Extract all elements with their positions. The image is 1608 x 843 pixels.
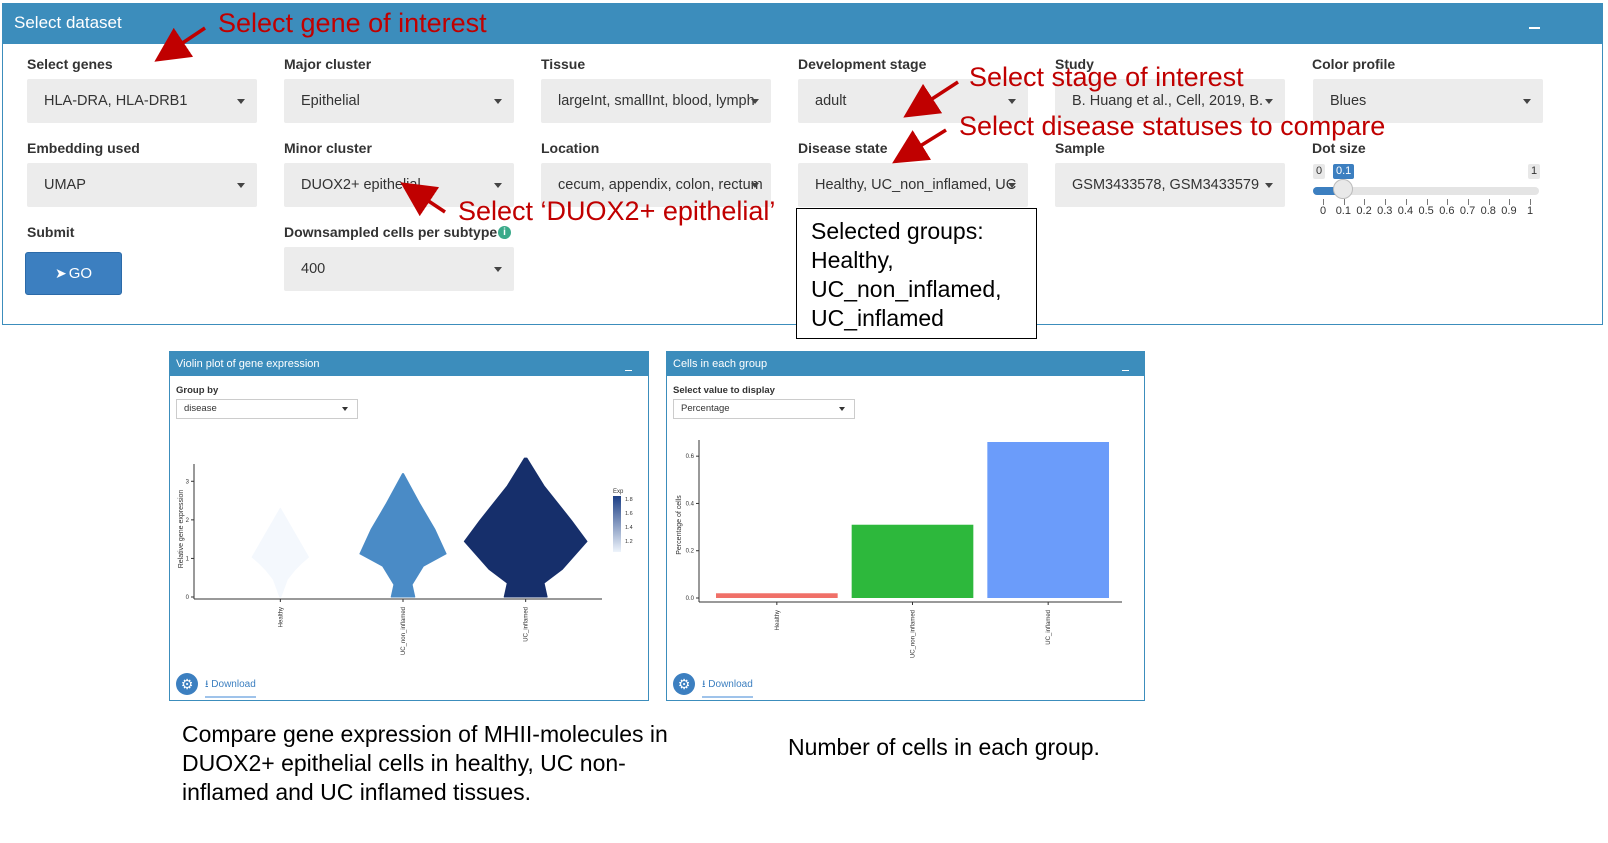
cells-panel-header: Cells in each group: [667, 352, 1144, 376]
bar: [716, 593, 838, 598]
gear-icon[interactable]: ⚙: [176, 673, 198, 695]
arrow-stage: [903, 80, 959, 118]
bar: [987, 442, 1109, 598]
gear-icon[interactable]: ⚙: [673, 673, 695, 695]
y-tick-label: 0.4: [686, 501, 695, 507]
arrow-disease: [892, 128, 947, 164]
download-label: Download: [708, 679, 753, 690]
annotation-stage: Select stage of interest: [969, 62, 1244, 92]
violin-panel-header: Violin plot of gene expression: [170, 352, 648, 376]
y-tick-label: 0.2: [686, 549, 695, 555]
download-label: Download: [211, 679, 256, 690]
x-tick-label: Healthy: [278, 607, 284, 627]
download-link[interactable]: ⭳ Download: [702, 677, 753, 698]
violin-shape: [359, 473, 447, 598]
y-tick-label: 2: [186, 518, 190, 524]
legend-tick-label: 1.2: [625, 539, 633, 545]
legend-colorbar: [613, 496, 621, 552]
selected-groups-line: Healthy,: [811, 247, 894, 273]
group-by-label: Group by: [176, 385, 219, 396]
selected-groups-line: Selected groups:: [811, 218, 984, 244]
arrow-gene: [154, 26, 206, 62]
y-tick-label: 3: [186, 479, 190, 485]
caption-line: inflamed and UC inflamed tissues.: [182, 779, 531, 805]
x-tick-label: UC_inflamed: [524, 607, 530, 642]
annotation-gene: Select gene of interest: [218, 8, 487, 38]
violin-panel-title: Violin plot of gene expression: [176, 358, 320, 370]
group-by-dropdown[interactable]: disease: [176, 399, 358, 419]
collapse-button[interactable]: [625, 361, 633, 371]
right-caption: Number of cells in each group.: [788, 734, 1100, 760]
select-value-value: Percentage: [681, 403, 730, 414]
annotation-duox: Select ‘DUOX2+ epithelial’: [458, 196, 776, 226]
y-tick-label: 0: [186, 595, 190, 601]
caption-line: DUOX2+ epithelial cells in healthy, UC n…: [182, 750, 626, 776]
chevron-down-icon: [342, 407, 348, 411]
violin-shape: [463, 457, 588, 598]
violin-shape: [251, 507, 310, 598]
left-caption: Compare gene expression of MHII-molecule…: [182, 720, 668, 807]
x-tick-label: UC_inflamed: [1046, 610, 1052, 645]
legend-tick-label: 1.6: [625, 511, 633, 517]
x-tick-label: UC_non_inflamed: [401, 607, 407, 655]
violin-panel: Violin plot of gene expression Group by …: [169, 351, 649, 701]
selected-groups-line: UC_inflamed: [811, 305, 944, 331]
group-by-value: disease: [184, 403, 217, 414]
x-tick-label: Healthy: [775, 610, 781, 630]
legend-title: Exp: [613, 489, 624, 495]
legend-tick-label: 1.8: [625, 497, 633, 503]
arrow-duox: [400, 182, 446, 217]
caption-line: Compare gene expression of MHII-molecule…: [182, 721, 668, 747]
bar-chart: 0.0 0.2 0.4 0.6 Percentage of cells Healthy UC…: [676, 440, 1122, 658]
y-axis-label: Percentage of cells: [676, 495, 683, 555]
selected-groups-box: Selected groups: Healthy, UC_non_inflame…: [796, 208, 1037, 339]
legend-tick-label: 1.4: [625, 525, 633, 531]
collapse-button[interactable]: [1122, 361, 1130, 371]
violin-chart: 0 1 2 3Relative gene expression Healthy UC_no…: [178, 457, 633, 655]
y-axis-label: Relative gene expression: [178, 490, 185, 569]
x-tick-label: UC_non_inflamed: [911, 610, 917, 658]
cells-panel-title: Cells in each group: [673, 358, 768, 370]
selected-groups-line: UC_non_inflamed,: [811, 276, 1002, 302]
chevron-down-icon: [839, 407, 845, 411]
y-tick-label: 0.0: [686, 596, 695, 602]
y-tick-label: 0.6: [686, 454, 695, 460]
select-value-dropdown[interactable]: Percentage: [673, 399, 855, 419]
annotation-disease: Select disease statuses to compare: [959, 111, 1386, 141]
cells-panel: Cells in each group Select value to disp…: [666, 351, 1145, 701]
select-value-label: Select value to display: [673, 385, 775, 396]
download-link[interactable]: ⭳ Download: [205, 677, 256, 698]
y-tick-label: 1: [186, 556, 190, 562]
bar: [851, 524, 974, 598]
